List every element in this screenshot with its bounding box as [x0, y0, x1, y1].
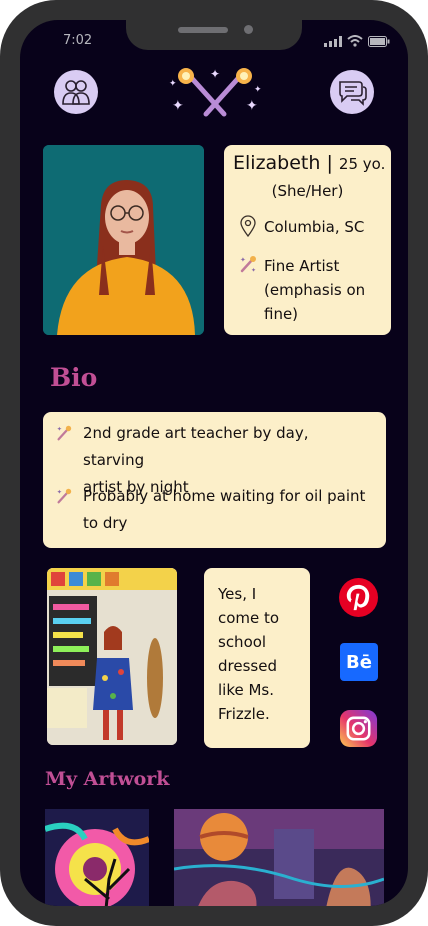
front-camera: [244, 25, 253, 34]
quote-line: Yes, I: [218, 585, 257, 603]
speaker-grille: [178, 27, 228, 33]
bio-item: ✦ Probably at home waiting for oil paint…: [53, 483, 373, 537]
signal-icon: [324, 35, 342, 47]
friends-button[interactable]: [54, 70, 98, 114]
classroom-photo[interactable]: [47, 568, 177, 745]
svg-text:✦: ✦: [240, 256, 246, 264]
profile-name: Elizabeth |: [233, 152, 333, 174]
pinterest-icon[interactable]: [339, 578, 378, 617]
artwork-thumbnail[interactable]: [45, 809, 149, 906]
bio-card: ✦ 2nd grade art teacher by day, starving…: [43, 412, 386, 548]
profile-location: Columbia, SC: [264, 218, 365, 236]
instagram-icon[interactable]: [340, 710, 379, 749]
battery-icon: [368, 35, 390, 47]
app-screen: 7:02 ✦ ✦ ✦ ✦ ✦ Elizabeth | 25 yo. (She/H…: [20, 20, 408, 906]
occupation-row: ✦ ✦ Fine Artist (emphasis on fine): [238, 254, 365, 326]
bio-heading: Bio: [50, 363, 98, 392]
location-pin-icon: [240, 215, 256, 237]
svg-text:✦: ✦: [254, 85, 262, 95]
status-time: 7:02: [63, 33, 93, 48]
profile-photo[interactable]: [43, 145, 204, 335]
wifi-icon: [347, 35, 363, 47]
quote-line: Frizzle.: [218, 705, 270, 723]
bio-text-line: Probably at home waiting for oil paint: [83, 487, 366, 505]
status-icons: [324, 35, 390, 47]
profile-age: 25 yo.: [338, 155, 386, 173]
profile-name-line: Elizabeth | 25 yo.: [233, 152, 385, 174]
artwork-thumbnail[interactable]: [174, 809, 384, 906]
behance-icon[interactable]: Bē: [340, 643, 378, 681]
svg-text:✦: ✦: [172, 98, 184, 114]
paintbrush-sparkle-icon: ✦: [57, 425, 72, 441]
profile-info-card: Elizabeth | 25 yo. (She/Her) Columbia, S…: [224, 145, 391, 335]
profile-pronouns: (She/Her): [271, 182, 344, 200]
friends-icon: [62, 80, 90, 105]
artwork-heading: My Artwork: [45, 768, 170, 790]
profile-occupation: Fine Artist (emphasis on fine): [264, 254, 365, 326]
phone-frame: 7:02 ✦ ✦ ✦ ✦ ✦ Elizabeth | 25 yo. (She/H…: [0, 0, 428, 926]
quote-text: Yes, I come to school dressed like Ms. F…: [218, 582, 296, 726]
artwork-painting-planet-figures: [174, 809, 384, 906]
bio-text-line: to dry: [83, 514, 128, 532]
artwork-painting-sun-tree: [45, 809, 149, 906]
paintbrush-sparkle-icon: ✦: [57, 488, 72, 504]
paintbrush-sparkle-icon: ✦ ✦: [240, 256, 256, 274]
bio-text-line: 2nd grade art teacher by day, starving: [83, 424, 309, 469]
quote-card: Yes, I come to school dressed like Ms. F…: [204, 568, 310, 748]
device-notch: [126, 20, 302, 50]
svg-text:✦: ✦: [57, 426, 63, 433]
svg-text:✦: ✦: [210, 67, 220, 81]
svg-text:✦: ✦: [246, 98, 258, 114]
svg-text:✦: ✦: [57, 489, 63, 496]
messages-button[interactable]: [330, 70, 374, 114]
svg-text:✦: ✦: [251, 267, 256, 274]
quote-line: dressed: [218, 657, 277, 675]
classroom-illustration: [47, 568, 177, 745]
behance-label: Bē: [346, 651, 372, 673]
occupation-line: (emphasis on: [264, 281, 366, 299]
profile-portrait-illustration: [43, 145, 204, 335]
occupation-line: fine): [264, 305, 299, 323]
location-row: Columbia, SC: [238, 215, 364, 239]
quote-line: like Ms.: [218, 681, 275, 699]
svg-text:✦: ✦: [169, 79, 177, 89]
quote-line: school: [218, 633, 267, 651]
crossed-paintbrushes-logo: ✦ ✦ ✦ ✦ ✦: [169, 67, 262, 117]
chat-bubbles-icon: [339, 81, 367, 106]
quote-line: come to: [218, 609, 280, 627]
occupation-line: Fine Artist: [264, 257, 340, 275]
